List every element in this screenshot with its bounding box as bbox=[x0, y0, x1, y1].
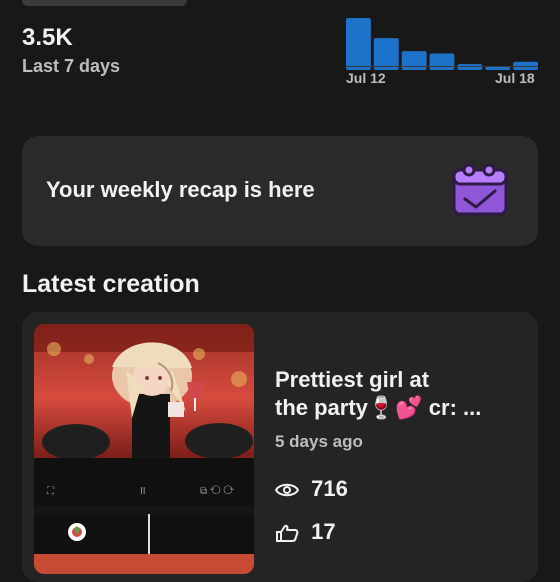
svg-text:II: II bbox=[140, 486, 146, 497]
video-title[interactable]: Prettiest girl at the party🍷💕 cr: ... bbox=[275, 366, 525, 422]
video-age: 5 days ago bbox=[275, 432, 363, 451]
chart-start-label: Jul 12 bbox=[346, 70, 386, 86]
eye-icon bbox=[275, 483, 299, 497]
stats-period: Last 7 days bbox=[22, 56, 121, 76]
mini-chart-bar bbox=[346, 18, 371, 70]
svg-text:⧉ ⟲ ⟳: ⧉ ⟲ ⟳ bbox=[200, 485, 234, 497]
video-thumbnail[interactable]: ⛶ II ⧉ ⟲ ⟳ bbox=[34, 324, 254, 574]
likes-count: 17 bbox=[311, 519, 336, 544]
latest-creation-card[interactable]: ⛶ II ⧉ ⟲ ⟳ Prettiest girl at the party🍷💕… bbox=[22, 312, 538, 582]
mini-chart-axis bbox=[346, 66, 538, 67]
weekly-recap-card[interactable]: Your weekly recap is here bbox=[22, 136, 538, 246]
views-metric: 716 bbox=[275, 476, 348, 502]
chart-end-label: Jul 18 bbox=[495, 70, 535, 86]
svg-text:⛶: ⛶ bbox=[46, 486, 55, 497]
thumbs-up-icon bbox=[276, 524, 299, 543]
views-count: 716 bbox=[311, 476, 348, 501]
stats-value: 3.5K bbox=[22, 24, 73, 51]
likes-metric: 17 bbox=[275, 519, 336, 545]
mini-chart-bar bbox=[457, 64, 483, 70]
header-partial bbox=[22, 0, 187, 6]
latest-creation-heading: Latest creation bbox=[22, 270, 200, 298]
weekly-recap-text: Your weekly recap is here bbox=[46, 177, 315, 202]
mini-bar-chart bbox=[346, 18, 538, 70]
calendar-check-icon bbox=[452, 163, 508, 216]
mini-chart-bar bbox=[429, 53, 455, 70]
thumbnail-illustration: ⛶ II ⧉ ⟲ ⟳ bbox=[34, 324, 254, 574]
mini-chart-bar bbox=[401, 51, 427, 70]
